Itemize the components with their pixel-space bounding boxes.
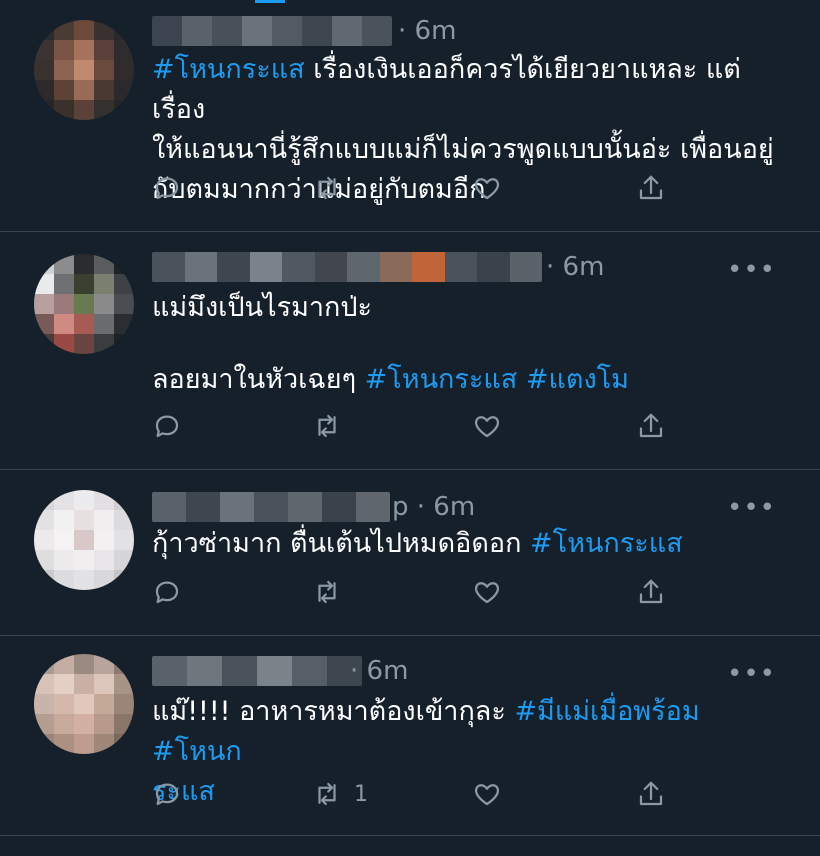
retweet-count: 1 [354, 781, 368, 807]
tweet[interactable]: · 6m ••• แม่มึงเป็นไรมากป่ะ ลอยมาในหัวเฉ… [0, 232, 820, 470]
reply-icon [155, 581, 179, 604]
tweet-actions [152, 170, 672, 206]
share-icon [639, 175, 663, 200]
avatar[interactable] [34, 654, 134, 754]
retweet-icon [318, 176, 336, 200]
text-span: ให้แอนนานี่รู้สึกแบบแม่ก็ไม่ควรพูดแบบนั้… [152, 134, 774, 165]
avatar[interactable] [34, 20, 134, 120]
reply-icon [155, 177, 179, 200]
more-icon[interactable]: ••• [727, 661, 776, 687]
tweet-time[interactable]: p · 6m [392, 492, 475, 522]
share-icon [639, 413, 663, 438]
display-name[interactable] [152, 656, 362, 686]
hashtag[interactable]: #โหนกระแส [530, 528, 683, 559]
reply-button[interactable] [152, 779, 182, 809]
reply-button[interactable] [152, 577, 182, 607]
like-button[interactable] [472, 779, 502, 809]
share-button[interactable] [636, 173, 666, 203]
retweet-button[interactable] [312, 173, 342, 203]
display-name[interactable] [152, 492, 390, 522]
like-icon [474, 178, 500, 200]
like-button[interactable] [472, 577, 502, 607]
more-icon[interactable]: ••• [727, 257, 776, 283]
text-span: แม๊!!!! อาหารหมาต้องเข้ากุละ [152, 696, 515, 727]
retweet-icon [318, 782, 336, 806]
avatar[interactable] [34, 254, 134, 354]
retweet-button[interactable] [312, 411, 342, 441]
tweet-actions: 1 [152, 776, 672, 812]
display-name[interactable] [152, 16, 392, 46]
like-icon [474, 784, 500, 806]
share-button[interactable] [636, 577, 666, 607]
tweet-time[interactable]: · 6m [398, 16, 456, 46]
retweet-button[interactable] [312, 577, 342, 607]
hashtag[interactable]: #โหนกระแส [365, 364, 518, 395]
reply-icon [155, 415, 179, 438]
like-icon [474, 416, 500, 438]
reply-icon [155, 783, 179, 806]
tweet-line: แม่มึงเป็นไรมากป่ะ [152, 288, 780, 328]
like-icon [474, 582, 500, 604]
avatar[interactable] [34, 490, 134, 590]
tweet-line: กุ้าวซ่ามาก ตื่นเต้นไปหมดอิดอก #โหนกระแส [152, 524, 780, 564]
hashtag[interactable]: #แตงโม [526, 364, 629, 395]
retweet-icon [318, 414, 336, 438]
tweet[interactable]: p · 6m ••• กุ้าวซ่ามาก ตื่นเต้นไปหมดอิดอ… [0, 470, 820, 636]
reply-button[interactable] [152, 173, 182, 203]
tweet-line: #โหนกระแส เรื่องเงินเออก็ควรได้เยียวยาแห… [152, 50, 780, 130]
tweet-line: แม๊!!!! อาหารหมาต้องเข้ากุละ #มีแม่เมื่อ… [152, 692, 780, 772]
hashtag[interactable]: #มีแม่เมื่อพร้อม [514, 696, 699, 727]
tweet-actions [152, 574, 672, 610]
text-span: กุ้าวซ่ามาก ตื่นเต้นไปหมดอิดอก [152, 528, 530, 559]
tweet-time[interactable]: · 6m [546, 252, 604, 282]
hashtag[interactable]: #โหนกระแส [152, 54, 305, 85]
like-button[interactable] [472, 411, 502, 441]
share-button[interactable] [636, 411, 666, 441]
tweet[interactable]: · 6m ••• แม๊!!!! อาหารหมาต้องเข้ากุละ #ม… [0, 636, 820, 836]
hashtag[interactable]: #โหนก [152, 736, 242, 767]
tweet-text: แม่มึงเป็นไรมากป่ะ ลอยมาในหัวเฉยๆ #โหนกร… [152, 288, 780, 400]
retweet-button[interactable]: 1 [312, 779, 368, 809]
text-span: ลอยมาในหัวเฉยๆ [152, 364, 365, 395]
share-icon [639, 781, 663, 806]
tweet[interactable]: · 6m #โหนกระแส เรื่องเงินเออก็ควรได้เยีย… [0, 0, 820, 232]
tweet-actions [152, 408, 672, 444]
tweet-text: กุ้าวซ่ามาก ตื่นเต้นไปหมดอิดอก #โหนกระแส [152, 524, 780, 564]
share-icon [639, 579, 663, 604]
share-button[interactable] [636, 779, 666, 809]
reply-button[interactable] [152, 411, 182, 441]
more-icon[interactable]: ••• [727, 495, 776, 521]
like-button[interactable] [472, 173, 502, 203]
retweet-icon [318, 580, 336, 604]
display-name[interactable] [152, 252, 542, 282]
tweet-time[interactable]: · 6m [350, 656, 408, 686]
text-span: แม่มึงเป็นไรมากป่ะ [152, 292, 373, 323]
text-span [517, 364, 526, 395]
tweet-line: ให้แอนนานี่รู้สึกแบบแม่ก็ไม่ควรพูดแบบนั้… [152, 130, 780, 170]
tweet-line: ลอยมาในหัวเฉยๆ #โหนกระแส #แตงโม [152, 360, 780, 400]
